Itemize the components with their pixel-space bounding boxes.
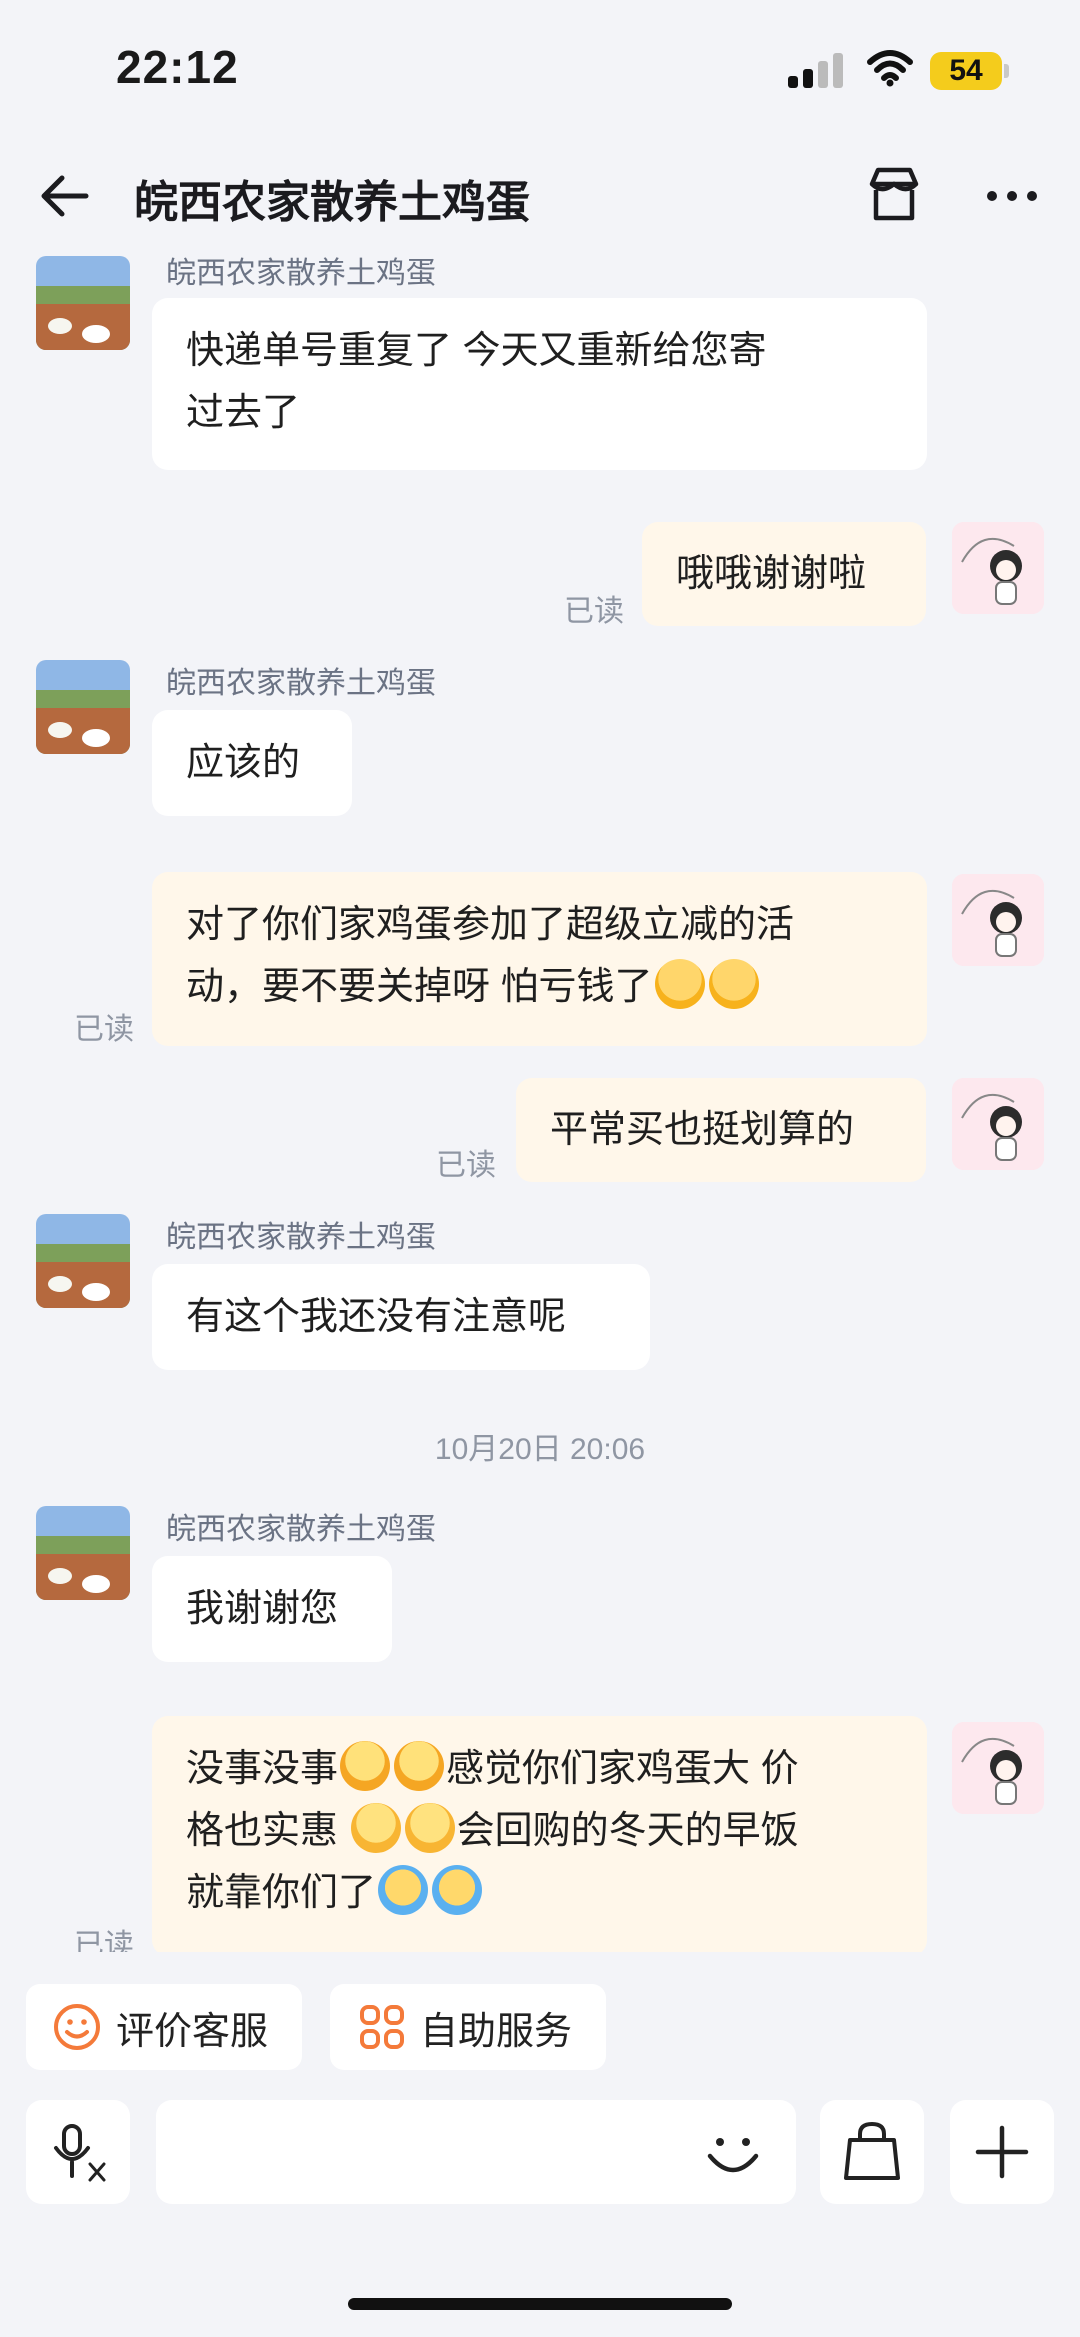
more-icon[interactable]	[982, 176, 1042, 216]
sender-name: 皖西农家散养土鸡蛋	[166, 667, 436, 700]
user-avatar[interactable]	[952, 1722, 1044, 1814]
sender-name: 皖西农家散养土鸡蛋	[166, 1513, 436, 1546]
emoji-icon[interactable]	[702, 2122, 764, 2184]
shop-avatar[interactable]	[36, 256, 130, 350]
message-text: 对了你们家鸡蛋参加了超级立减的活	[186, 904, 795, 946]
laughing-tears-emoji	[432, 1865, 483, 1915]
battery-tip	[1004, 64, 1009, 78]
shopping-bag-icon	[842, 2120, 902, 2189]
home-indicator[interactable]	[348, 2298, 732, 2310]
message-text: 有这个我还没有注意呢	[186, 1296, 567, 1338]
message-text: 会回购的冬天的早饭	[456, 1810, 799, 1852]
smile-icon	[52, 2002, 102, 2052]
grid-icon	[358, 2003, 406, 2051]
user-avatar[interactable]	[952, 1078, 1044, 1170]
input-bar	[0, 2096, 1080, 2206]
message-bubble-in[interactable]: 我谢谢您	[152, 1556, 392, 1662]
shop-avatar[interactable]	[36, 660, 130, 754]
smirk-emoji	[350, 1803, 401, 1853]
angel-face-emoji	[708, 959, 759, 1009]
grinning-squint-emoji	[340, 1741, 391, 1791]
rate-service-button[interactable]: 评价客服	[26, 1984, 302, 2070]
self-service-button[interactable]: 自助服务	[330, 1984, 606, 2070]
message-bubble-out[interactable]: 对了你们家鸡蛋参加了超级立减的活 动，要不要关掉呀 怕亏钱了	[152, 872, 927, 1046]
back-arrow-icon[interactable]	[36, 168, 96, 224]
wifi-icon	[866, 48, 914, 88]
message-input[interactable]	[156, 2100, 796, 2204]
read-receipt: 已读	[74, 1929, 134, 1952]
chat-screen: 22:12 54 皖西农家散养土鸡蛋 皖西农家散养土鸡蛋 快递单号重复了 今天又…	[0, 0, 1080, 2337]
message-bubble-out[interactable]: 哦哦谢谢啦	[642, 522, 926, 626]
battery-level: 54	[949, 54, 983, 87]
message-text: 动，要不要关掉呀 怕亏钱了	[186, 966, 653, 1008]
sender-name: 皖西农家散养土鸡蛋	[166, 1221, 436, 1254]
message-text: 过去了	[186, 392, 301, 434]
grinning-squint-emoji	[394, 1741, 445, 1791]
status-bar: 22:12 54	[0, 0, 1080, 140]
message-text: 应该的	[186, 742, 301, 784]
user-avatar[interactable]	[952, 522, 1044, 614]
message-text: 感觉你们家鸡蛋大 价	[446, 1748, 799, 1790]
message-text: 我谢谢您	[186, 1588, 339, 1630]
chat-list[interactable]: 皖西农家散养土鸡蛋 快递单号重复了 今天又重新给您寄 过去了 已读 哦哦谢谢啦	[0, 240, 1080, 1952]
message-bubble-in[interactable]: 应该的	[152, 710, 352, 816]
read-receipt: 已读	[74, 1013, 134, 1046]
voice-to-text-icon	[50, 2122, 110, 2189]
angel-face-emoji	[654, 959, 705, 1009]
chat-header: 皖西农家散养土鸡蛋	[0, 150, 1080, 240]
message-text: 哦哦谢谢啦	[676, 553, 867, 595]
page-title: 皖西农家散养土鸡蛋	[134, 178, 530, 227]
shop-avatar[interactable]	[36, 1506, 130, 1600]
message-text: 没事没事	[186, 1748, 339, 1790]
voice-to-text-button[interactable]	[26, 2100, 130, 2204]
plus-button[interactable]	[950, 2100, 1054, 2204]
message-text: 平常买也挺划算的	[550, 1109, 855, 1151]
message-text: 格也实惠	[186, 1810, 349, 1852]
sender-name: 皖西农家散养土鸡蛋	[166, 257, 436, 290]
message-bubble-out[interactable]: 平常买也挺划算的	[516, 1078, 926, 1182]
battery-icon: 54	[930, 52, 1002, 90]
shopping-bag-button[interactable]	[820, 2100, 924, 2204]
rate-service-label: 评价客服	[116, 2010, 269, 2053]
message-bubble-in[interactable]: 快递单号重复了 今天又重新给您寄 过去了	[152, 298, 927, 470]
user-avatar[interactable]	[952, 874, 1044, 966]
self-service-label: 自助服务	[420, 2010, 573, 2053]
timestamp-divider: 10月20日 20:06	[434, 1433, 646, 1466]
plus-icon	[974, 2124, 1030, 2185]
shop-avatar[interactable]	[36, 1214, 130, 1308]
message-bubble-out[interactable]: 没事没事 感觉你们家鸡蛋大 价 格也实惠 会回购的冬天的早饭 就靠你们了	[152, 1716, 927, 1952]
message-text: 快递单号重复了 今天又重新给您寄	[186, 330, 767, 372]
message-bubble-in[interactable]: 有这个我还没有注意呢	[152, 1264, 650, 1370]
message-text: 就靠你们了	[186, 1872, 377, 1914]
laughing-tears-emoji	[378, 1865, 429, 1915]
shop-icon[interactable]	[864, 164, 924, 224]
smirk-emoji	[404, 1803, 455, 1853]
read-receipt: 已读	[436, 1149, 496, 1182]
read-receipt: 已读	[564, 595, 624, 628]
status-time: 22:12	[116, 41, 239, 93]
signal-icon	[788, 52, 844, 88]
